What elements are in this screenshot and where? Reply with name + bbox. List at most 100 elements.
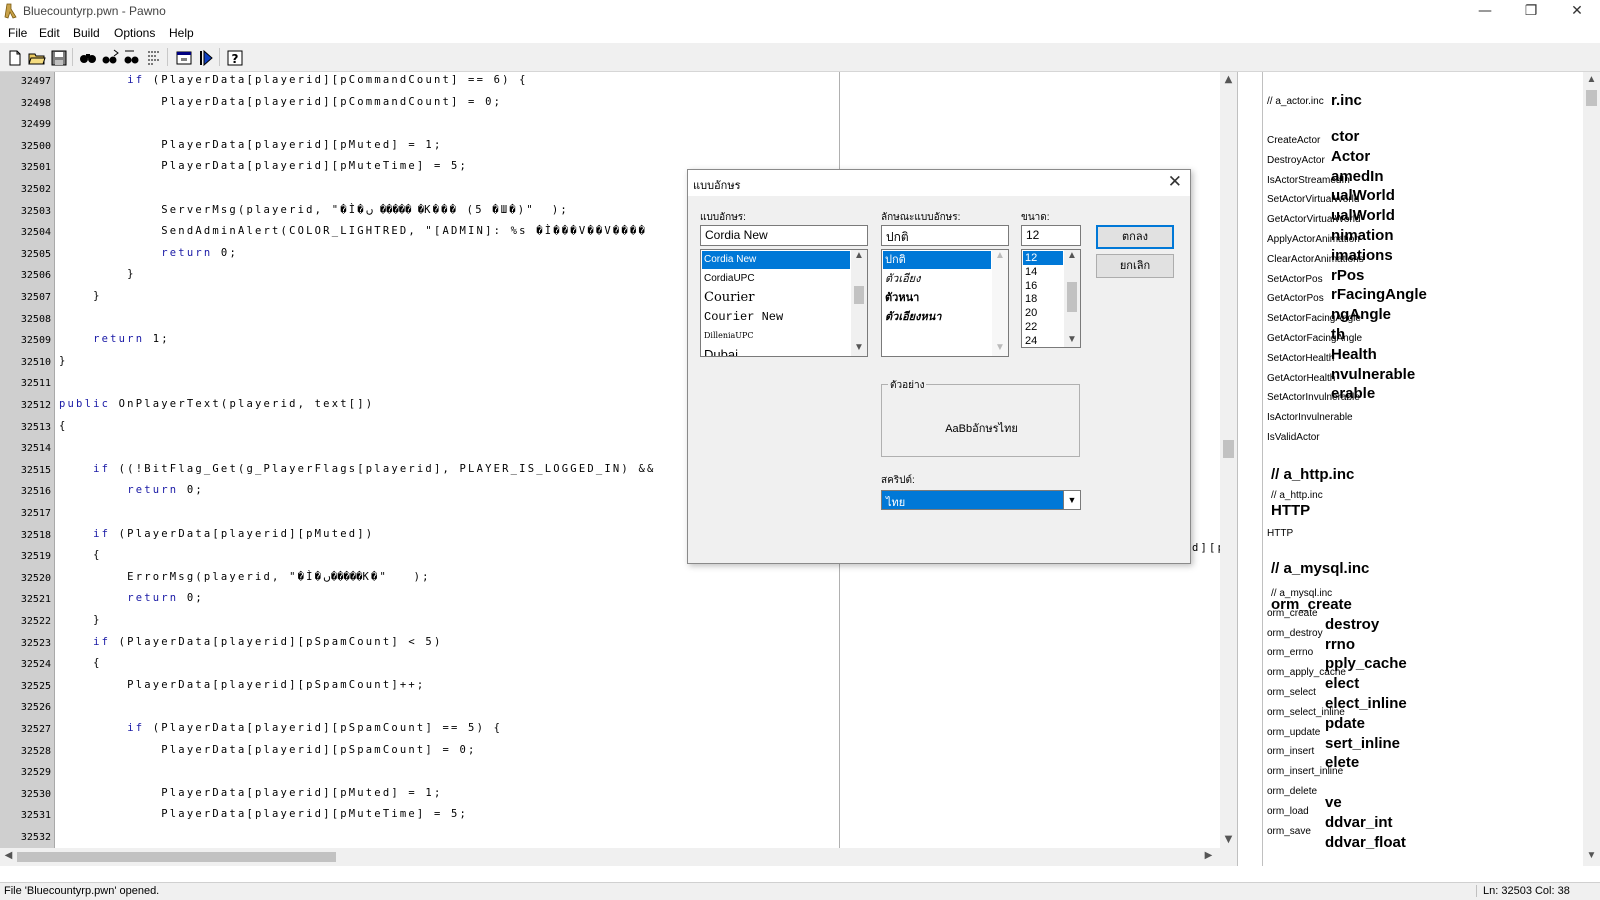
list-option[interactable]: ตัวเอียง: [883, 270, 991, 288]
menu-edit[interactable]: Edit: [39, 26, 60, 40]
function-list-item[interactable]: orm_insert_inline: [1267, 766, 1343, 777]
function-list-item[interactable]: orm_save: [1267, 826, 1311, 837]
code-line[interactable]: if (PlayerData[playerid][pSpamCount] == …: [59, 722, 502, 734]
chevron-down-icon[interactable]: ▼: [1063, 491, 1080, 509]
code-line[interactable]: {: [59, 657, 102, 669]
function-list-item[interactable]: DestroyActor: [1267, 155, 1325, 166]
list-option[interactable]: ตัวหนา: [883, 289, 991, 307]
scroll-down-icon[interactable]: ▼: [851, 342, 867, 353]
style-list-scrollbar[interactable]: ▲ ▼: [992, 250, 1008, 356]
editor-horizontal-scrollbar[interactable]: ◀ ▶: [0, 848, 1237, 866]
close-button[interactable]: ✕: [1554, 0, 1600, 24]
code-line[interactable]: PlayerData[playerid][pSpamCount] = 0;: [59, 744, 477, 756]
function-list-item[interactable]: orm_destroy: [1267, 628, 1323, 639]
find-next-icon[interactable]: [99, 47, 119, 67]
list-option[interactable]: Courier: [702, 289, 850, 307]
goto-icon[interactable]: [143, 47, 163, 67]
function-list-item[interactable]: CreateActor: [1267, 135, 1320, 146]
side-vertical-scrollbar[interactable]: ▲ ▼: [1583, 72, 1600, 866]
compile-icon[interactable]: [195, 47, 215, 67]
scroll-thumb[interactable]: [1586, 90, 1597, 106]
function-list-item[interactable]: IsActorInvulnerable: [1267, 412, 1353, 423]
code-line[interactable]: if (PlayerData[playerid][pMuted]): [59, 528, 374, 540]
function-list-item[interactable]: GetActorHealth: [1267, 373, 1335, 384]
code-line[interactable]: return 0;: [59, 247, 238, 259]
code-line[interactable]: if (PlayerData[playerid][pCommandCount] …: [59, 74, 528, 86]
function-list-item[interactable]: // a_http.inc: [1271, 490, 1323, 501]
scroll-up-icon[interactable]: ▲: [992, 250, 1008, 261]
code-line[interactable]: return 0;: [59, 592, 204, 604]
function-list-item[interactable]: GetActorFacingAngle: [1267, 333, 1362, 344]
code-line[interactable]: public OnPlayerText(playerid, text[]): [59, 398, 374, 410]
list-option[interactable]: 24: [1023, 334, 1063, 347]
menu-file[interactable]: File: [8, 26, 27, 40]
function-list-item[interactable]: orm_insert: [1267, 746, 1314, 757]
function-list-item[interactable]: IsValidActor: [1267, 432, 1320, 443]
scroll-down-icon[interactable]: ▼: [1064, 334, 1080, 345]
font-name-input[interactable]: Cordia New: [700, 225, 868, 246]
function-list-item[interactable]: HTTP: [1267, 528, 1293, 539]
code-line[interactable]: return 1;: [59, 333, 170, 345]
code-line[interactable]: SendAdminAlert(COLOR_LIGHTRED, "[ADMIN]:…: [59, 225, 647, 237]
scroll-up-icon[interactable]: ▲: [851, 250, 867, 261]
list-option[interactable]: CordiaUPC: [702, 270, 850, 288]
size-list-scrollbar[interactable]: ▲ ▼: [1064, 250, 1080, 347]
code-line[interactable]: PlayerData[playerid][pSpamCount]++;: [59, 679, 425, 691]
restore-button[interactable]: ❐: [1508, 0, 1554, 24]
editor-vertical-scrollbar[interactable]: ▲ ▼: [1220, 72, 1237, 848]
scroll-down-icon[interactable]: ▼: [1220, 834, 1237, 845]
code-line[interactable]: }: [59, 268, 136, 280]
function-list-item[interactable]: SetActorHealth: [1267, 353, 1334, 364]
list-option[interactable]: 16: [1023, 279, 1063, 293]
font-style-list[interactable]: ตัวเอียงหนา ตัวหนา ตัวเอียง ปกติ ▲ ▼: [881, 249, 1009, 357]
list-option[interactable]: ปกติ: [883, 251, 991, 269]
function-list-item[interactable]: SetActorPos: [1267, 274, 1323, 285]
function-list-item[interactable]: orm_update: [1267, 727, 1320, 738]
code-line[interactable]: }: [59, 290, 102, 302]
new-icon[interactable]: [4, 47, 24, 67]
list-option[interactable]: 18: [1023, 292, 1063, 306]
scroll-up-icon[interactable]: ▲: [1220, 74, 1237, 85]
code-line[interactable]: if ((!BitFlag_Get(g_PlayerFlags[playerid…: [59, 463, 656, 475]
script-dropdown[interactable]: ไทย ▼: [881, 490, 1081, 510]
code-line[interactable]: ServerMsg(playerid, "�Ì�ں ����� �K��� (5…: [59, 204, 569, 216]
function-list-item[interactable]: // a_actor.inc: [1267, 96, 1324, 107]
list-option[interactable]: 14: [1023, 265, 1063, 279]
scroll-right-icon[interactable]: ▶: [1200, 850, 1217, 861]
cancel-button[interactable]: ยกเลิก: [1096, 254, 1174, 278]
function-list-item[interactable]: orm_create: [1267, 608, 1318, 619]
code-line[interactable]: }: [59, 614, 102, 626]
function-list-item[interactable]: orm_errno: [1267, 647, 1313, 658]
code-line[interactable]: PlayerData[playerid][pMuteTime] = 5;: [59, 808, 468, 820]
save-icon[interactable]: [48, 47, 68, 67]
list-option[interactable]: ตัวเอียงหนา: [883, 308, 991, 326]
function-list-item[interactable]: orm_load: [1267, 806, 1309, 817]
function-list-icon[interactable]: [173, 47, 193, 67]
help-icon[interactable]: ?: [224, 47, 244, 67]
code-line[interactable]: }: [59, 355, 68, 367]
code-line[interactable]: PlayerData[playerid][pMuted] = 1;: [59, 139, 442, 151]
list-option[interactable]: 20: [1023, 306, 1063, 320]
replace-icon[interactable]: [121, 47, 141, 67]
list-option[interactable]: Courier New: [702, 308, 850, 326]
scroll-left-icon[interactable]: ◀: [0, 850, 17, 861]
list-option[interactable]: 12: [1023, 251, 1063, 265]
font-style-input[interactable]: ปกติ: [881, 225, 1009, 246]
function-list-panel[interactable]: ▲ ▼ // a_actor.inc r.inc CreateActor ctor De…: [1262, 72, 1600, 866]
ok-button[interactable]: ตกลง: [1096, 225, 1174, 249]
function-list-item[interactable]: GetActorPos: [1267, 293, 1324, 304]
list-option[interactable]: DilleniaUPC: [702, 327, 850, 345]
minimize-button[interactable]: —: [1462, 0, 1508, 24]
font-size-list[interactable]: 24 22 20 18 16 14 12 ▲ ▼: [1021, 249, 1081, 348]
list-option[interactable]: 22: [1023, 320, 1063, 334]
code-line[interactable]: if (PlayerData[playerid][pSpamCount] < 5…: [59, 636, 442, 648]
list-option[interactable]: Cordia New: [702, 251, 850, 269]
scroll-thumb[interactable]: [1223, 440, 1234, 458]
scroll-thumb[interactable]: [854, 286, 864, 304]
code-line[interactable]: PlayerData[playerid][pMuteTime] = 5;: [59, 160, 468, 172]
code-line[interactable]: PlayerData[playerid][pMuted] = 1;: [59, 787, 442, 799]
code-line[interactable]: return 0;: [59, 484, 204, 496]
scroll-down-icon[interactable]: ▼: [992, 342, 1008, 353]
scroll-down-icon[interactable]: ▼: [1583, 850, 1600, 861]
open-icon[interactable]: [26, 47, 46, 67]
